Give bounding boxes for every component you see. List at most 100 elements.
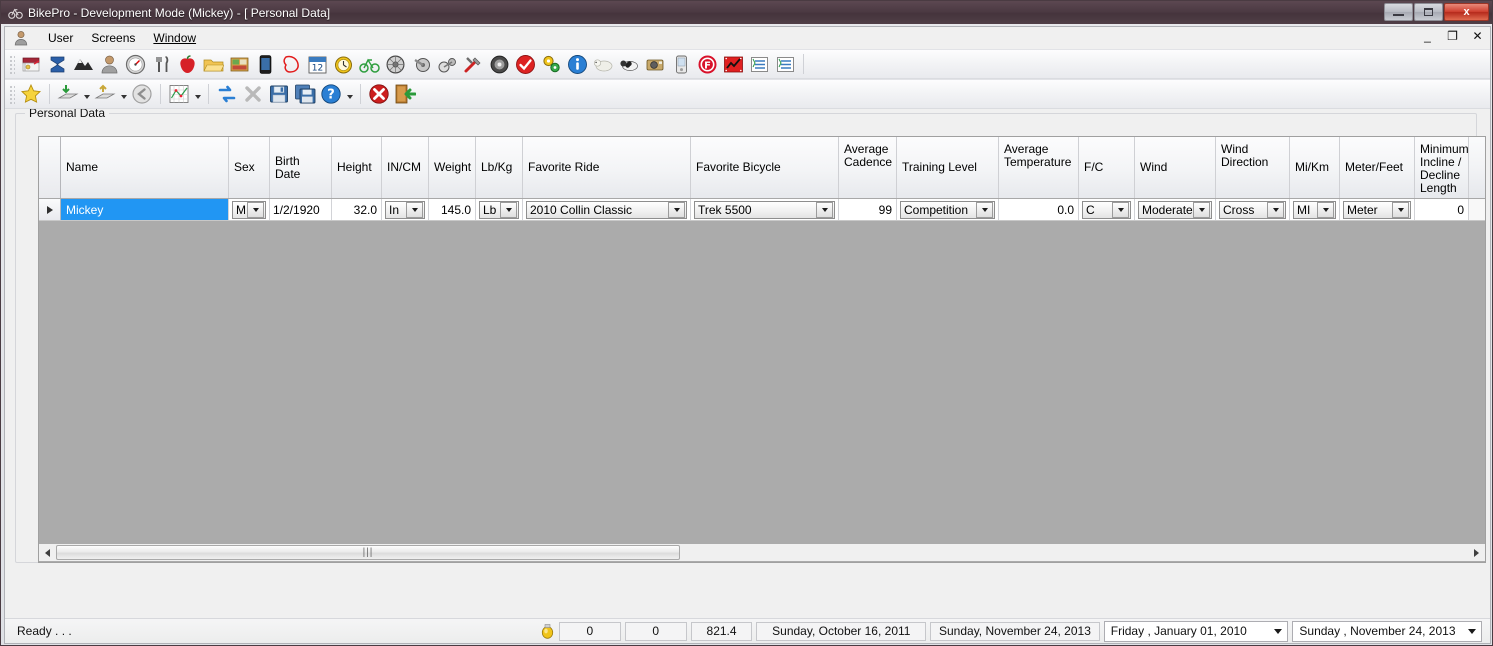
grid-column-header-avgcad[interactable]: Average Cadence <box>839 137 897 198</box>
cancel-x-icon[interactable] <box>240 81 266 107</box>
grid-column-header-wind[interactable]: Wind <box>1135 137 1216 198</box>
grid-column-header-lbkg[interactable]: Lb/Kg <box>476 137 523 198</box>
combobox-incm[interactable]: In <box>385 200 425 219</box>
grid-horizontal-scrollbar[interactable]: ||| <box>39 544 1485 561</box>
folder-icon[interactable] <box>200 51 226 77</box>
toolbar-grip[interactable] <box>8 54 15 74</box>
grid-column-header-sex[interactable]: Sex <box>229 137 270 198</box>
export-dropdown-arrow[interactable] <box>118 81 129 107</box>
chevron-down-icon[interactable] <box>1193 201 1210 218</box>
grid-cell-avgcad[interactable]: 99 <box>839 199 897 220</box>
mountain-icon[interactable] <box>70 51 96 77</box>
camera-icon[interactable] <box>642 51 668 77</box>
toolbar-grip-2[interactable] <box>8 84 15 104</box>
chevron-down-icon[interactable] <box>1317 201 1334 218</box>
grid-cell-birth[interactable]: 1/2/1920 <box>270 199 332 220</box>
grid-column-header-birth[interactable]: Birth Date <box>270 137 332 198</box>
mdi-minimize-button[interactable]: _ <box>1421 29 1434 43</box>
bicycle-icon[interactable] <box>356 51 382 77</box>
person-icon[interactable] <box>96 51 122 77</box>
grid-column-header-favride[interactable]: Favorite Ride <box>523 137 691 198</box>
date-picker-1-arrow-icon[interactable] <box>1271 629 1285 634</box>
chevron-down-icon[interactable] <box>1392 201 1409 218</box>
phone-icon[interactable] <box>252 51 278 77</box>
combobox-lbkg[interactable]: Lb <box>479 200 519 219</box>
combobox-favbike[interactable]: Trek 5500 <box>694 200 835 219</box>
chevron-down-icon[interactable] <box>976 201 993 218</box>
grid-cell-sex[interactable]: M <box>229 199 270 220</box>
date-picker-2-arrow-icon[interactable] <box>1465 629 1479 634</box>
grid-column-header-training[interactable]: Training Level <box>897 137 999 198</box>
grid-column-header-winddir[interactable]: Wind Direction <box>1216 137 1290 198</box>
table-row[interactable]: Mickey M 1/2/1920 32.0 In 145.0 Lb 2010 Collin … <box>39 199 1485 221</box>
grid-cell-lbkg[interactable]: Lb <box>476 199 523 220</box>
grid-cell-wind[interactable]: Moderate <box>1135 199 1216 220</box>
grid-cell-name[interactable]: Mickey <box>61 199 229 220</box>
grid-cell-height[interactable]: 32.0 <box>332 199 382 220</box>
scrollbar-track[interactable]: ||| <box>56 544 1468 561</box>
exit-icon[interactable] <box>392 81 418 107</box>
menu-item-screens[interactable]: Screens <box>82 29 144 47</box>
save-all-icon[interactable] <box>292 81 318 107</box>
row-selector-indicator[interactable] <box>39 199 61 220</box>
grid-column-header-height[interactable]: Height <box>332 137 382 198</box>
chevron-down-icon[interactable] <box>668 201 685 218</box>
import-dropdown-arrow[interactable] <box>81 81 92 107</box>
red-check-icon[interactable] <box>512 51 538 77</box>
grid-cell-winddir[interactable]: Cross <box>1216 199 1290 220</box>
delete-icon[interactable] <box>366 81 392 107</box>
chevron-down-icon[interactable] <box>500 201 517 218</box>
save-icon[interactable] <box>266 81 292 107</box>
grid-cell-fc[interactable]: C <box>1079 199 1135 220</box>
grid-cell-minincl[interactable]: 0 <box>1415 199 1469 220</box>
chevron-down-icon[interactable] <box>1267 201 1284 218</box>
chevron-down-icon[interactable] <box>247 201 264 218</box>
wheel-icon[interactable] <box>382 51 408 77</box>
mdi-restore-button[interactable]: ❐ <box>1446 29 1459 43</box>
cow-icon[interactable] <box>616 51 642 77</box>
scrollbar-thumb[interactable]: ||| <box>56 545 680 560</box>
scroll-left-icon[interactable] <box>39 544 56 561</box>
back-icon[interactable] <box>129 81 155 107</box>
menu-item-window[interactable]: Window <box>144 29 205 47</box>
list-blue-2-icon[interactable] <box>772 51 798 77</box>
gauge-icon[interactable] <box>122 51 148 77</box>
grid-column-header-name[interactable]: Name <box>61 137 229 198</box>
list-blue-icon[interactable] <box>746 51 772 77</box>
grid-column-header-fc[interactable]: F/C <box>1079 137 1135 198</box>
grid-column-header-incm[interactable]: IN/CM <box>382 137 429 198</box>
apple-icon[interactable] <box>174 51 200 77</box>
meal-tray-icon[interactable] <box>226 51 252 77</box>
grid-cell-avgtemp[interactable]: 0.0 <box>999 199 1079 220</box>
polar-bear-icon[interactable] <box>590 51 616 77</box>
alarm-clock-icon[interactable] <box>330 51 356 77</box>
grid-cell-incm[interactable]: In <box>382 199 429 220</box>
grid-cell-training[interactable]: Competition <box>897 199 999 220</box>
calendar-icon[interactable]: 12 <box>304 51 330 77</box>
cassette-icon[interactable] <box>486 51 512 77</box>
grid-column-header-minincl[interactable]: Minimum Incline / Decline Length <box>1415 137 1469 198</box>
combobox-winddir[interactable]: Cross <box>1219 200 1286 219</box>
date-picker-1[interactable]: Friday , January 01, 2010 <box>1103 620 1289 642</box>
grid-corner-header[interactable] <box>39 137 61 198</box>
chart-icon[interactable] <box>166 81 192 107</box>
combobox-fc[interactable]: C <box>1082 200 1131 219</box>
grid-cell-mikm[interactable]: MI <box>1290 199 1340 220</box>
cutlery-icon[interactable] <box>148 51 174 77</box>
red-chart-icon[interactable] <box>720 51 746 77</box>
sigma-icon[interactable] <box>44 51 70 77</box>
minimize-button[interactable] <box>1384 3 1413 21</box>
gears-icon[interactable] <box>538 51 564 77</box>
combobox-sex[interactable]: M <box>232 200 266 219</box>
grid-cell-favride[interactable]: 2010 Collin Classic <box>523 199 691 220</box>
help-dropdown-arrow[interactable] <box>344 81 355 107</box>
combobox-training[interactable]: Competition <box>900 200 995 219</box>
device-icon[interactable] <box>668 51 694 77</box>
crank-icon[interactable] <box>408 51 434 77</box>
grid-column-header-avgtemp[interactable]: Average Temperature <box>999 137 1079 198</box>
close-button[interactable]: x <box>1444 3 1489 21</box>
chevron-down-icon[interactable] <box>1112 201 1129 218</box>
combobox-wind[interactable]: Moderate <box>1138 200 1212 219</box>
chevron-down-icon[interactable] <box>816 201 833 218</box>
combobox-favride[interactable]: 2010 Collin Classic <box>526 200 687 219</box>
